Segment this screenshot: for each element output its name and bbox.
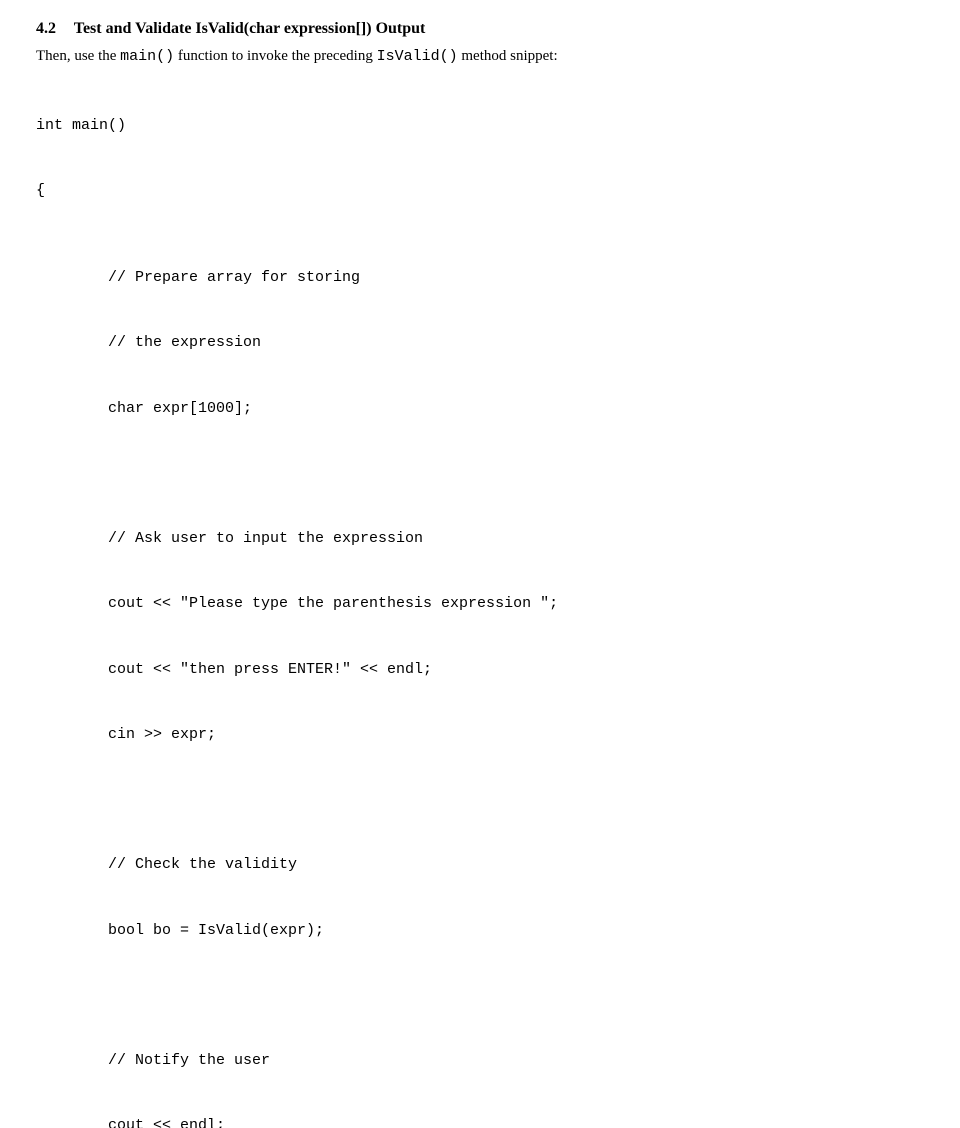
code-line: int main() <box>36 115 924 137</box>
code-line: cout << endl; <box>108 1115 924 1128</box>
intro-mid: function to invoke the preceding <box>174 48 376 64</box>
code-line <box>108 463 924 485</box>
code-line: // Prepare array for storing <box>108 267 924 289</box>
code-signature: int main() { <box>36 71 924 223</box>
code-line <box>108 789 924 811</box>
code-line: bool bo = IsValid(expr); <box>108 920 924 942</box>
intro-before: Then, use the <box>36 48 120 64</box>
code-line: { <box>36 180 924 202</box>
intro-func-main: main() <box>120 48 174 65</box>
code-line <box>108 985 924 1007</box>
code-line: char expr[1000]; <box>108 398 924 420</box>
section-number: 4.2 <box>36 20 56 37</box>
code-line: // Check the validity <box>108 854 924 876</box>
code-line: // Ask user to input the expression <box>108 528 924 550</box>
intro-after: method snippet: <box>458 48 558 64</box>
code-line: cout << "Please type the parenthesis exp… <box>108 593 924 615</box>
code-line: // Notify the user <box>108 1050 924 1072</box>
intro-line: Then, use the main() function to invoke … <box>36 46 924 67</box>
code-line: cin >> expr; <box>108 724 924 746</box>
intro-func-isvalid: IsValid() <box>377 48 458 65</box>
section-heading: 4.2 Test and Validate IsValid(char expre… <box>36 18 924 40</box>
section-title: Test and Validate IsValid(char expressio… <box>74 20 426 37</box>
code-line: // the expression <box>108 332 924 354</box>
code-line: cout << "then press ENTER!" << endl; <box>108 659 924 681</box>
code-body: // Prepare array for storing // the expr… <box>36 224 924 1128</box>
